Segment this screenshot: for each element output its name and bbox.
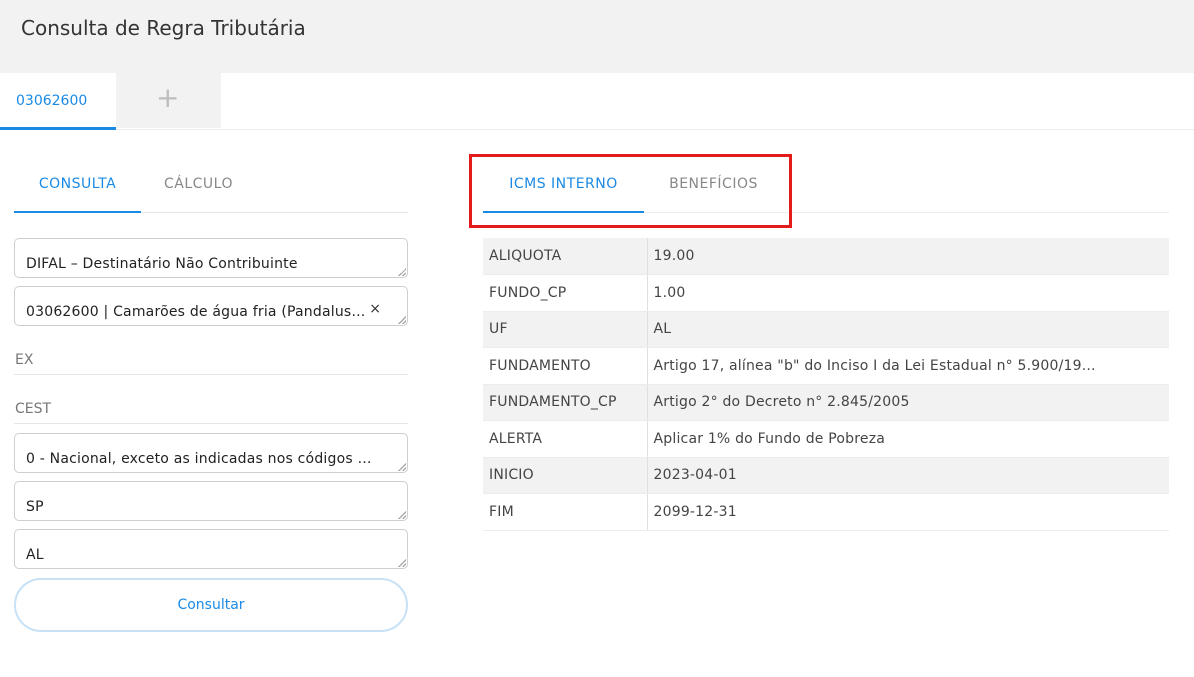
ex-field[interactable]: EX [14,347,408,375]
origem-value: 0 - Nacional, exceto as indicadas nos có… [26,451,374,467]
ncm-value: 03062600 | Camarões de água fria (Pandal… [26,304,366,320]
consultar-label: Consultar [177,597,245,613]
row-key: UF [483,311,648,348]
row-key: FUNDO_CP [483,274,648,312]
table-row: FUNDAMENTO Artigo 17, alínea "b" do Incis… [483,347,1169,385]
row-key: FUNDAMENTO_CP [483,384,648,421]
table-row: UF AL [483,311,1169,348]
resize-handle-icon[interactable] [398,511,406,519]
resize-handle-icon[interactable] [398,463,406,471]
resize-handle-icon[interactable] [398,559,406,567]
table-row: FUNDO_CP 1.00 [483,274,1169,312]
cest-placeholder: CEST [15,401,52,417]
plus-icon: + [156,81,180,114]
resize-handle-icon[interactable] [398,268,406,276]
row-key: ALERTA [483,420,648,458]
tab-consulta-label: CONSULTA [38,176,117,192]
page-title: Consulta de Regra Tributária [21,16,306,40]
ncm-field[interactable]: 03062600 | Camarões de água fria (Pandal… [14,286,408,326]
cest-field[interactable]: CEST [14,396,408,424]
tab-calculo[interactable]: CÁLCULO [141,160,256,213]
document-tabs: 03062600 + [0,73,1194,130]
row-value: AL [647,311,1169,348]
row-value: 19.00 [647,238,1169,275]
operacao-field[interactable]: DIFAL – Destinatário Não Contribuinte [14,238,408,278]
uf-origem-field[interactable]: SP [14,481,408,521]
uf-origem-value: SP [26,499,44,515]
row-value: Artigo 2° do Decreto n° 2.845/2005 [647,384,1169,421]
tab-consulta[interactable]: CONSULTA [14,160,141,213]
table-row: FIM 2099-12-31 [483,493,1169,531]
consultar-button[interactable]: Consultar [14,578,408,632]
table-row: INICIO 2023-04-01 [483,457,1169,494]
page-header: Consulta de Regra Tributária [0,0,1194,73]
table-row: ALIQUOTA 19.00 [483,238,1169,275]
add-tab-button[interactable]: + [116,73,221,128]
row-value: 2023-04-01 [647,457,1169,494]
operacao-value: DIFAL – Destinatário Não Contribuinte [26,256,298,272]
result-table: ALIQUOTA 19.00 FUNDO_CP 1.00 UF AL FUNDAMEN… [483,238,1169,531]
row-key: FIM [483,493,648,531]
tab-label: 03062600 [16,93,88,109]
row-value: 2099-12-31 [647,493,1169,531]
uf-destino-field[interactable]: AL [14,529,408,569]
highlight-box [469,154,792,228]
left-panel-tabs: CONSULTA CÁLCULO [14,160,408,213]
clear-icon[interactable]: × [369,301,381,317]
row-value: Aplicar 1% do Fundo de Pobreza [647,420,1169,458]
row-value: Artigo 17, alínea "b" do Inciso I da Lei… [647,347,1169,385]
table-row: ALERTA Aplicar 1% do Fundo de Pobreza [483,420,1169,458]
row-value: 1.00 [647,274,1169,312]
uf-destino-value: AL [26,547,44,563]
row-key: FUNDAMENTO [483,347,648,385]
table-row: FUNDAMENTO_CP Artigo 2° do Decreto n° 2.8… [483,384,1169,421]
resize-handle-icon[interactable] [398,316,406,324]
tab-calculo-label: CÁLCULO [164,176,233,192]
tab-03062600[interactable]: 03062600 [0,73,116,130]
row-key: INICIO [483,457,648,494]
ex-placeholder: EX [15,352,34,368]
origem-field[interactable]: 0 - Nacional, exceto as indicadas nos có… [14,433,408,473]
row-key: ALIQUOTA [483,238,648,275]
